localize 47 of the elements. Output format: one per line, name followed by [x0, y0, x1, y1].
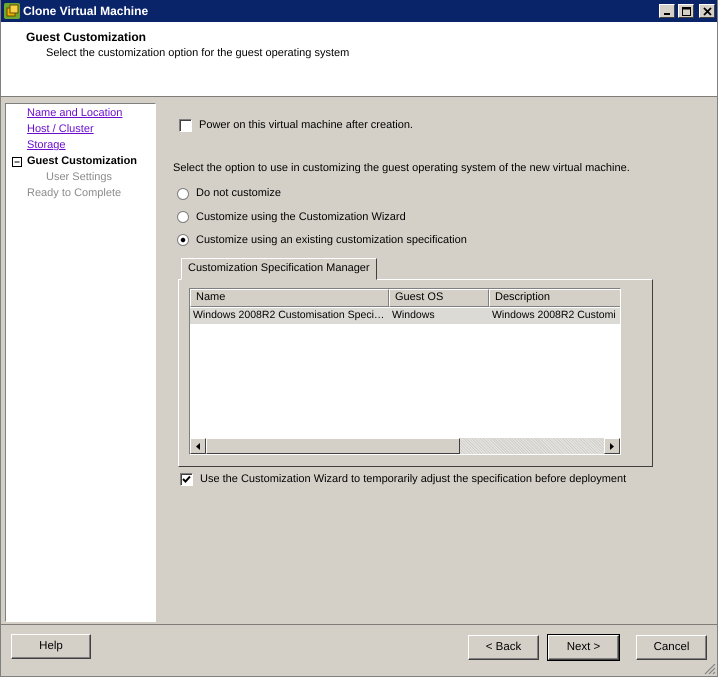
close-button[interactable] [699, 4, 715, 18]
wizard-button[interactable]: < Back [468, 635, 539, 660]
radio-button[interactable] [177, 234, 189, 246]
radio-label: Customize using the Customization Wizard [196, 210, 406, 224]
checkbox-label: Use the Customization Wizard to temporarily adjust the specification before deployment [200, 473, 626, 486]
step-link[interactable]: Name and Location [12, 107, 122, 121]
collapse-icon[interactable] [12, 156, 23, 168]
scroll-right-button[interactable] [604, 438, 620, 454]
column-header[interactable]: Guest OS [389, 289, 489, 308]
scroll-thumb[interactable] [206, 438, 460, 454]
arrow-right-icon [610, 442, 614, 450]
wizard-button[interactable]: Cancel [636, 635, 707, 660]
radio-button[interactable] [177, 188, 189, 200]
instruction-text: Select the option to use in customizing the guest operating system of the new virtual machine. [173, 162, 631, 176]
maximize-button[interactable] [678, 4, 694, 18]
page-heading: Guest Customization [26, 30, 148, 44]
arrow-left-icon [196, 442, 200, 450]
wizard-button[interactable]: Help [11, 634, 91, 659]
step-link[interactable]: Host / Cluster [12, 123, 94, 137]
checkbox[interactable] [179, 119, 192, 132]
column-header[interactable]: Name [190, 289, 389, 308]
step-label: User Settings [45, 171, 112, 185]
radio-label: Customize using an existing customization specification [196, 234, 467, 247]
resize-grip-icon[interactable] [704, 663, 716, 675]
wizard-button[interactable]: Next > [548, 635, 619, 660]
column-header[interactable]: Description [489, 289, 620, 308]
app-logo-icon [4, 3, 20, 19]
step-link[interactable]: Storage [12, 139, 66, 153]
page-subtitle: Select the customization option for the guest operating system [45, 47, 350, 61]
maximize-icon [680, 6, 692, 16]
panel-tab[interactable]: Customization Specification Manager [181, 258, 377, 280]
scroll-left-button[interactable] [190, 438, 206, 454]
table-cell-text: Windows 2008R2 Customi [491, 308, 617, 324]
table-cell-text: Windows [391, 308, 436, 324]
window-title: Clone Virtual Machine [23, 4, 150, 18]
table-row[interactable]: Windows 2008R2 Customisation Speci… Windows Windows 2008R2 Customi [190, 308, 620, 324]
step-label: Guest Customization [27, 155, 138, 169]
checkbox[interactable] [180, 473, 193, 486]
horizontal-scrollbar[interactable] [190, 438, 620, 454]
minimize-button[interactable] [659, 4, 675, 18]
close-icon [700, 6, 714, 16]
checkbox-label: Power on this virtual machine after creation. [199, 119, 413, 132]
minimize-icon [664, 13, 670, 15]
radio-button[interactable] [177, 211, 189, 224]
step-label: Ready to Complete [26, 187, 122, 201]
table-cell-text: Windows 2008R2 Customisation Speci… [192, 308, 386, 324]
radio-label: Do not customize [196, 187, 281, 201]
